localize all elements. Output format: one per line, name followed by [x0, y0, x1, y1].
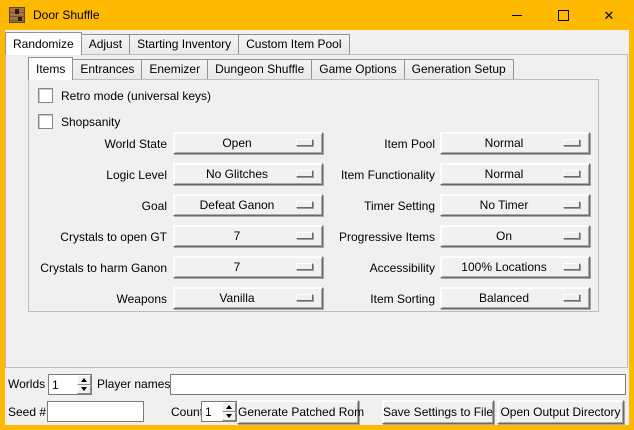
minimize-button[interactable]	[494, 0, 540, 30]
seed-label: Seed #	[8, 401, 46, 423]
window-title: Door Shuffle	[33, 0, 100, 30]
items-panel: Retro mode (universal keys) Shopsanity W…	[28, 79, 599, 312]
tab-custom-item-pool[interactable]: Custom Item Pool	[238, 34, 349, 54]
up-arrow-icon	[81, 378, 87, 382]
tab-adjust[interactable]: Adjust	[81, 34, 130, 54]
minimize-icon	[512, 15, 522, 16]
logic-level-label: Logic Level	[29, 163, 167, 187]
item-functionality-label: Item Functionality	[269, 163, 435, 187]
shopsanity-label: Shopsanity	[61, 115, 120, 129]
timer-setting-dropdown[interactable]: No Timer	[440, 194, 590, 216]
dropdown-indicator-icon	[563, 294, 580, 301]
down-arrow-icon	[81, 387, 87, 391]
count-spin-up-button[interactable]	[222, 402, 236, 412]
progressive-items-value: On	[496, 229, 512, 243]
tab-randomize[interactable]: Randomize	[5, 32, 82, 55]
item-sorting-label: Item Sorting	[269, 287, 435, 311]
worlds-label: Worlds	[8, 374, 45, 395]
accessibility-value: 100% Locations	[461, 260, 546, 274]
open-output-directory-button[interactable]: Open Output Directory	[497, 400, 624, 424]
option-row: Weapons Vanilla Item Sorting Balanced	[29, 287, 598, 311]
progressive-items-label: Progressive Items	[269, 225, 435, 249]
weapons-value: Vanilla	[219, 291, 254, 305]
dropdown-indicator-icon	[563, 170, 580, 177]
option-row: Crystals to harm Ganon 7 Accessibility 1…	[29, 256, 598, 280]
client-area: Randomize Adjust Starting Inventory Cust…	[5, 30, 629, 425]
dropdown-indicator-icon	[563, 263, 580, 270]
dropdown-indicator-icon	[563, 232, 580, 239]
door-shuffle-window: Door Shuffle ✕ Randomize Adjust Starting…	[0, 0, 634, 430]
item-sorting-dropdown[interactable]: Balanced	[440, 287, 590, 309]
worlds-spin-up-button[interactable]	[77, 375, 91, 385]
goal-value: Defeat Ganon	[200, 198, 275, 212]
worlds-spinbox	[48, 374, 92, 395]
option-row: World State Open Item Pool Normal	[29, 132, 598, 156]
door-icon	[9, 7, 25, 23]
generate-patched-rom-button[interactable]: Generate Patched Rom	[237, 400, 359, 424]
dropdown-indicator-icon	[563, 201, 580, 208]
down-arrow-icon	[226, 414, 232, 418]
item-pool-dropdown[interactable]: Normal	[440, 132, 590, 154]
dropdown-indicator-icon	[563, 139, 580, 146]
tab-generation-setup[interactable]: Generation Setup	[404, 59, 514, 79]
accessibility-label: Accessibility	[269, 256, 435, 280]
world-state-label: World State	[29, 132, 167, 156]
maximize-icon	[558, 10, 569, 21]
crystals-gt-label: Crystals to open GT	[29, 225, 167, 249]
crystals-ganon-value: 7	[234, 260, 241, 274]
up-arrow-icon	[226, 405, 232, 409]
shopsanity-checkbox[interactable]	[38, 114, 53, 129]
count-label: Count	[171, 401, 203, 423]
count-spinbox	[201, 401, 237, 422]
item-functionality-value: Normal	[485, 167, 524, 181]
tab-entrances[interactable]: Entrances	[72, 59, 142, 79]
option-row: Goal Defeat Ganon Timer Setting No Timer	[29, 194, 598, 218]
tab-dungeon-shuffle[interactable]: Dungeon Shuffle	[207, 59, 312, 79]
crystals-ganon-label: Crystals to harm Ganon	[29, 256, 167, 280]
accessibility-dropdown[interactable]: 100% Locations	[440, 256, 590, 278]
save-settings-button[interactable]: Save Settings to File	[382, 400, 494, 424]
timer-setting-label: Timer Setting	[269, 194, 435, 218]
item-sorting-value: Balanced	[479, 291, 529, 305]
player-names-input[interactable]	[170, 374, 626, 395]
progressive-items-dropdown[interactable]: On	[440, 225, 590, 247]
goal-label: Goal	[29, 194, 167, 218]
count-spin-arrows	[222, 402, 236, 421]
item-functionality-dropdown[interactable]: Normal	[440, 163, 590, 185]
worlds-spin-arrows	[77, 375, 91, 394]
retro-mode-label: Retro mode (universal keys)	[61, 89, 211, 103]
world-state-value: Open	[222, 136, 251, 150]
count-spin-down-button[interactable]	[222, 412, 236, 422]
tab-game-options[interactable]: Game Options	[311, 59, 404, 79]
titlebar: Door Shuffle ✕	[0, 0, 634, 30]
timer-setting-value: No Timer	[480, 198, 529, 212]
retro-mode-option: Retro mode (universal keys)	[38, 88, 211, 103]
tab-items[interactable]: Items	[28, 57, 73, 80]
main-tab-bar: Randomize Adjust Starting Inventory Cust…	[5, 31, 349, 54]
tab-starting-inventory[interactable]: Starting Inventory	[129, 34, 239, 54]
item-pool-label: Item Pool	[269, 132, 435, 156]
sub-tab-bar: Items Entrances Enemizer Dungeon Shuffle…	[28, 56, 513, 79]
seed-input[interactable]	[47, 401, 144, 422]
count-input[interactable]	[202, 402, 224, 421]
worlds-spin-down-button[interactable]	[77, 385, 91, 395]
logic-level-value: No Glitches	[206, 167, 268, 181]
retro-mode-checkbox[interactable]	[38, 88, 53, 103]
player-names-label: Player names	[97, 374, 170, 395]
weapons-label: Weapons	[29, 287, 167, 311]
item-pool-value: Normal	[485, 136, 524, 150]
maximize-button[interactable]	[540, 0, 586, 30]
crystals-gt-value: 7	[234, 229, 241, 243]
tab-enemizer[interactable]: Enemizer	[141, 59, 208, 79]
worlds-input[interactable]	[49, 375, 79, 394]
shopsanity-option: Shopsanity	[38, 114, 120, 129]
close-icon: ✕	[604, 9, 615, 22]
option-row: Crystals to open GT 7 Progressive Items …	[29, 225, 598, 249]
window-controls: ✕	[494, 0, 632, 30]
close-button[interactable]: ✕	[586, 0, 632, 30]
option-row: Logic Level No Glitches Item Functionali…	[29, 163, 598, 187]
